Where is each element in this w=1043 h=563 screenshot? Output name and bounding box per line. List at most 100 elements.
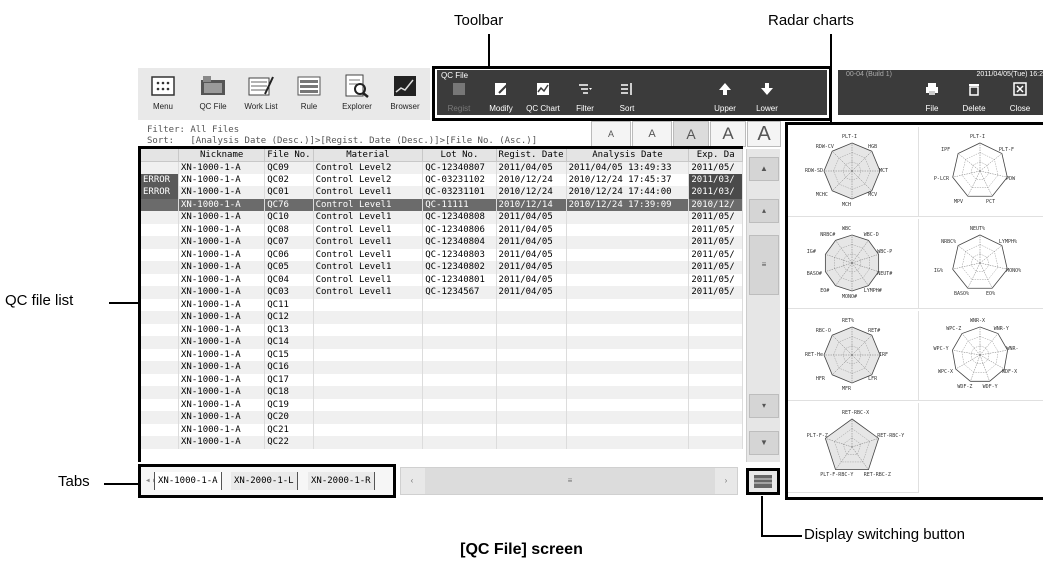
close-button[interactable]: Close (1002, 78, 1038, 114)
font-size-s-button[interactable]: A (632, 121, 672, 147)
scroll-bottom-button[interactable]: ▼ (749, 431, 779, 455)
column-header-nickname[interactable]: Nickname (178, 149, 266, 162)
scroll-left-button[interactable]: ‹ (401, 468, 423, 494)
regist-button[interactable]: Regist (441, 78, 477, 114)
menu-icon (151, 76, 175, 96)
table-row[interactable]: XN-1000-1-A QC06 Control Level1 QC-12340803… (141, 248, 743, 261)
scroll-right-button[interactable]: › (715, 468, 737, 494)
print-icon (926, 83, 938, 95)
scroll-thumb[interactable]: ≡ (749, 235, 779, 295)
table-row[interactable]: XN-1000-1-A QC03 Control Level1 QC-1234567 2… (141, 286, 743, 299)
upper-button[interactable]: Upper (707, 78, 743, 114)
qc-chart-button[interactable]: QC Chart (525, 78, 561, 114)
filter-button[interactable]: Filter (567, 78, 603, 114)
table-row[interactable]: XN-1000-1-A QC09 Control Level2 QC-12340807… (141, 161, 743, 174)
lower-button[interactable]: Lower (749, 78, 785, 114)
cell-lot-no (422, 336, 497, 349)
qc-file-list: Nickname File No. Material Lot No. Regis… (141, 149, 743, 462)
tab-xn-2000-1-r[interactable]: XN-2000-1-R (308, 472, 375, 490)
horizontal-scroll-thumb[interactable]: ≡ (425, 468, 715, 494)
table-row[interactable]: XN-1000-1-A QC11 (141, 298, 743, 311)
file-print-button[interactable]: File (914, 78, 950, 114)
cell-regist-date: 2010/12/24 (496, 186, 567, 199)
table-row[interactable]: XN-1000-1-A QC04 Control Level1 QC-12340801… (141, 273, 743, 286)
cell-material (313, 423, 424, 436)
sort-button[interactable]: Sort (609, 78, 645, 114)
cell-regist-date (496, 423, 567, 436)
table-row[interactable]: ERROR XN-1000-1-A QC02 Control Level2 QC-032… (141, 173, 743, 186)
menu-label: Menu (152, 102, 173, 111)
table-row[interactable]: XN-1000-1-A QC22 (141, 436, 743, 449)
font-size-xs-button[interactable]: A (591, 121, 631, 147)
table-row[interactable]: XN-1000-1-A QC15 (141, 348, 743, 361)
column-header-exp-date[interactable]: Exp. Da (688, 149, 743, 162)
cell-status (141, 386, 180, 399)
table-row[interactable]: XN-1000-1-A QC20 (141, 411, 743, 424)
work-list-button[interactable]: Work List (238, 68, 284, 120)
font-size-m-button[interactable]: A (673, 121, 709, 147)
scroll-top-button[interactable]: ▲ (749, 157, 779, 181)
table-row[interactable]: XN-1000-1-A QC12 (141, 311, 743, 324)
column-header-material[interactable]: Material (313, 149, 424, 162)
table-row[interactable]: XN-1000-1-A QC19 (141, 398, 743, 411)
radar-axis-label: RDW-CV (815, 143, 834, 150)
explorer-label: Explorer (342, 102, 372, 111)
cell-analysis-date (566, 311, 690, 324)
cell-regist-date (496, 411, 567, 424)
modify-button[interactable]: Modify (483, 78, 519, 114)
table-row[interactable]: XN-1000-1-A QC76 Control Level1 QC-11111 201… (141, 198, 743, 211)
table-row[interactable]: ERROR XN-1000-1-A QC01 Control Level1 QC-032… (141, 186, 743, 199)
table-row[interactable]: XN-1000-1-A QC07 Control Level1 QC-12340804… (141, 236, 743, 249)
tab-xn-1000-1-a[interactable]: XN-1000-1-A (154, 472, 222, 490)
radar-plot (952, 234, 1008, 289)
font-size-xl-button[interactable]: A (747, 121, 781, 147)
cell-file-no: QC14 (264, 336, 314, 349)
radar-chart: RET% RET# IRF LFR MFR HFR RET-He RBC-O (788, 311, 919, 401)
radar-axis-label: MFR (842, 386, 852, 392)
cell-status (141, 398, 180, 411)
cell-analysis-date: 2010/12/24 17:39:09 (566, 198, 690, 211)
radar-axis-label: RET-He (805, 352, 824, 358)
scroll-page-down-button[interactable]: ▾ (749, 394, 779, 418)
radar-axis-label: MPV (953, 198, 963, 205)
delete-button[interactable]: Delete (956, 78, 992, 114)
cell-status (141, 161, 180, 174)
table-row[interactable]: XN-1000-1-A QC18 (141, 386, 743, 399)
table-row[interactable]: XN-1000-1-A QC13 (141, 323, 743, 336)
cell-file-no: QC16 (264, 361, 314, 374)
cell-analysis-date (566, 373, 690, 386)
table-row[interactable]: XN-1000-1-A QC05 Control Level1 QC-12340802… (141, 261, 743, 274)
qc-file-button[interactable]: QC File (190, 68, 236, 120)
scroll-page-up-button[interactable]: ▴ (749, 199, 779, 223)
table-row[interactable]: XN-1000-1-A QC10 Control Level1 QC-12340808… (141, 211, 743, 224)
font-size-l-button[interactable]: A (710, 121, 746, 147)
explorer-button[interactable]: Explorer (334, 68, 380, 120)
radar-axis-label: WPC-X (937, 369, 954, 375)
column-header-lot-no[interactable]: Lot No. (422, 149, 497, 162)
column-header-analysis-date[interactable]: Analysis Date (566, 149, 690, 162)
cell-file-no: QC07 (264, 236, 314, 249)
column-header-file-no[interactable]: File No. (264, 149, 314, 162)
cell-lot-no (422, 386, 497, 399)
radar-axis-label: MCHC (815, 192, 828, 199)
radar-charts-panel: PLT-I HGB MCT MCV MCH MCHC RDW-SD RDW-CV PLT-I PL… (785, 122, 1043, 500)
horizontal-scrollbar[interactable]: ‹ ≡ › (400, 467, 738, 495)
table-row[interactable]: XN-1000-1-A QC16 (141, 361, 743, 374)
vertical-scrollbar[interactable]: ▲ ▴ ≡ ▾ ▼ (746, 149, 780, 462)
qc-file-table: Nickname File No. Material Lot No. Regis… (141, 149, 743, 449)
display-switch-icon (754, 475, 772, 488)
column-header-status[interactable] (141, 149, 180, 162)
cell-nickname: XN-1000-1-A (178, 311, 266, 324)
table-row[interactable]: XN-1000-1-A QC17 (141, 373, 743, 386)
cell-nickname: XN-1000-1-A (178, 423, 266, 436)
display-switching-button[interactable] (746, 468, 780, 495)
radar-axis-label: PLT-F-Z (806, 433, 828, 440)
table-row[interactable]: XN-1000-1-A QC21 (141, 423, 743, 436)
table-row[interactable]: XN-1000-1-A QC08 Control Level1 QC-12340806… (141, 223, 743, 236)
column-header-regist-date[interactable]: Regist. Date (496, 149, 567, 162)
menu-button[interactable]: Menu (140, 68, 186, 120)
table-row[interactable]: XN-1000-1-A QC14 (141, 336, 743, 349)
browser-button[interactable]: Browser (382, 68, 428, 120)
rule-button[interactable]: Rule (286, 68, 332, 120)
tab-xn-2000-1-l[interactable]: XN-2000-1-L (231, 472, 298, 490)
